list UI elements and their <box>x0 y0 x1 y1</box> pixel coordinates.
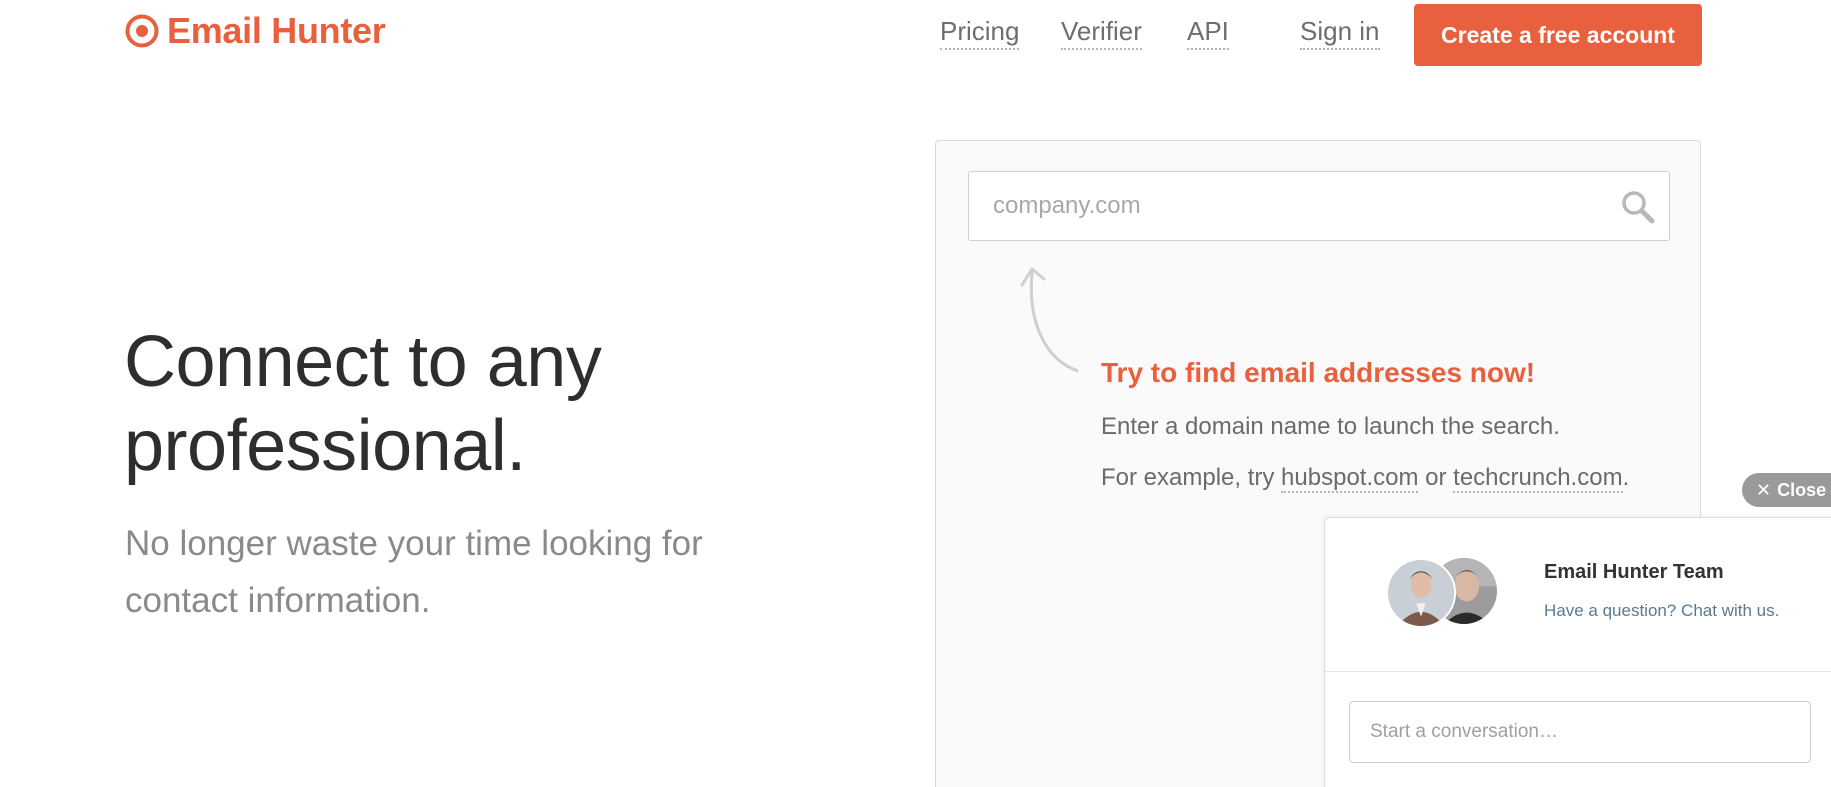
example-suffix: . <box>1622 464 1630 491</box>
example-or: or <box>1418 464 1454 491</box>
hero-title-line-1: Connect to any <box>124 322 602 402</box>
hero-subtitle: No longer waste your time looking for co… <box>125 515 825 629</box>
hero-subtitle-line-2: contact information. <box>125 581 431 620</box>
nav-pricing-link[interactable]: Pricing <box>940 16 1020 50</box>
chat-team-name: Email Hunter Team <box>1544 561 1724 583</box>
create-account-button[interactable]: Create a free account <box>1414 4 1702 66</box>
example-prefix: For example, try <box>1101 464 1282 491</box>
brand-name: Email Hunter <box>167 10 386 51</box>
try-search-instruction: Enter a domain name to launch the search… <box>1101 413 1560 440</box>
avatar <box>1386 558 1456 628</box>
chat-close-label: Close <box>1777 479 1827 500</box>
team-member-avatar-icon <box>1388 560 1454 626</box>
domain-search-box <box>968 171 1670 241</box>
example-link-hubspot[interactable]: hubspot.com <box>1281 464 1419 493</box>
close-icon: ✕ <box>1756 479 1772 500</box>
nav-api-link[interactable]: API <box>1187 16 1229 50</box>
hero-title-line-2: professional. <box>124 406 526 486</box>
try-search-examples: For example, try hubspot.com or techcrun… <box>1101 464 1630 493</box>
hero-subtitle-line-1: No longer waste your time looking for <box>125 524 703 563</box>
domain-search-input[interactable] <box>969 172 1589 240</box>
chat-tagline: Have a question? Chat with us. <box>1544 601 1780 620</box>
chat-widget: Email Hunter Team Have a question? Chat … <box>1324 517 1831 787</box>
chat-header: Email Hunter Team Have a question? Chat … <box>1325 518 1831 672</box>
nav-verifier-link[interactable]: Verifier <box>1061 16 1142 50</box>
example-link-techcrunch[interactable]: techcrunch.com <box>1453 464 1623 493</box>
chat-close-button[interactable]: ✕ Close <box>1742 473 1831 507</box>
curved-arrow-icon <box>1020 267 1078 373</box>
sign-in-link[interactable]: Sign in <box>1300 16 1380 50</box>
search-icon[interactable] <box>1621 190 1655 224</box>
brand-logo[interactable]: Email Hunter <box>125 10 386 52</box>
target-icon <box>125 14 159 48</box>
chat-message-input[interactable] <box>1349 701 1811 763</box>
hero-title: Connect to any professional. <box>124 320 844 488</box>
try-search-heading: Try to find email addresses now! <box>1101 357 1536 388</box>
